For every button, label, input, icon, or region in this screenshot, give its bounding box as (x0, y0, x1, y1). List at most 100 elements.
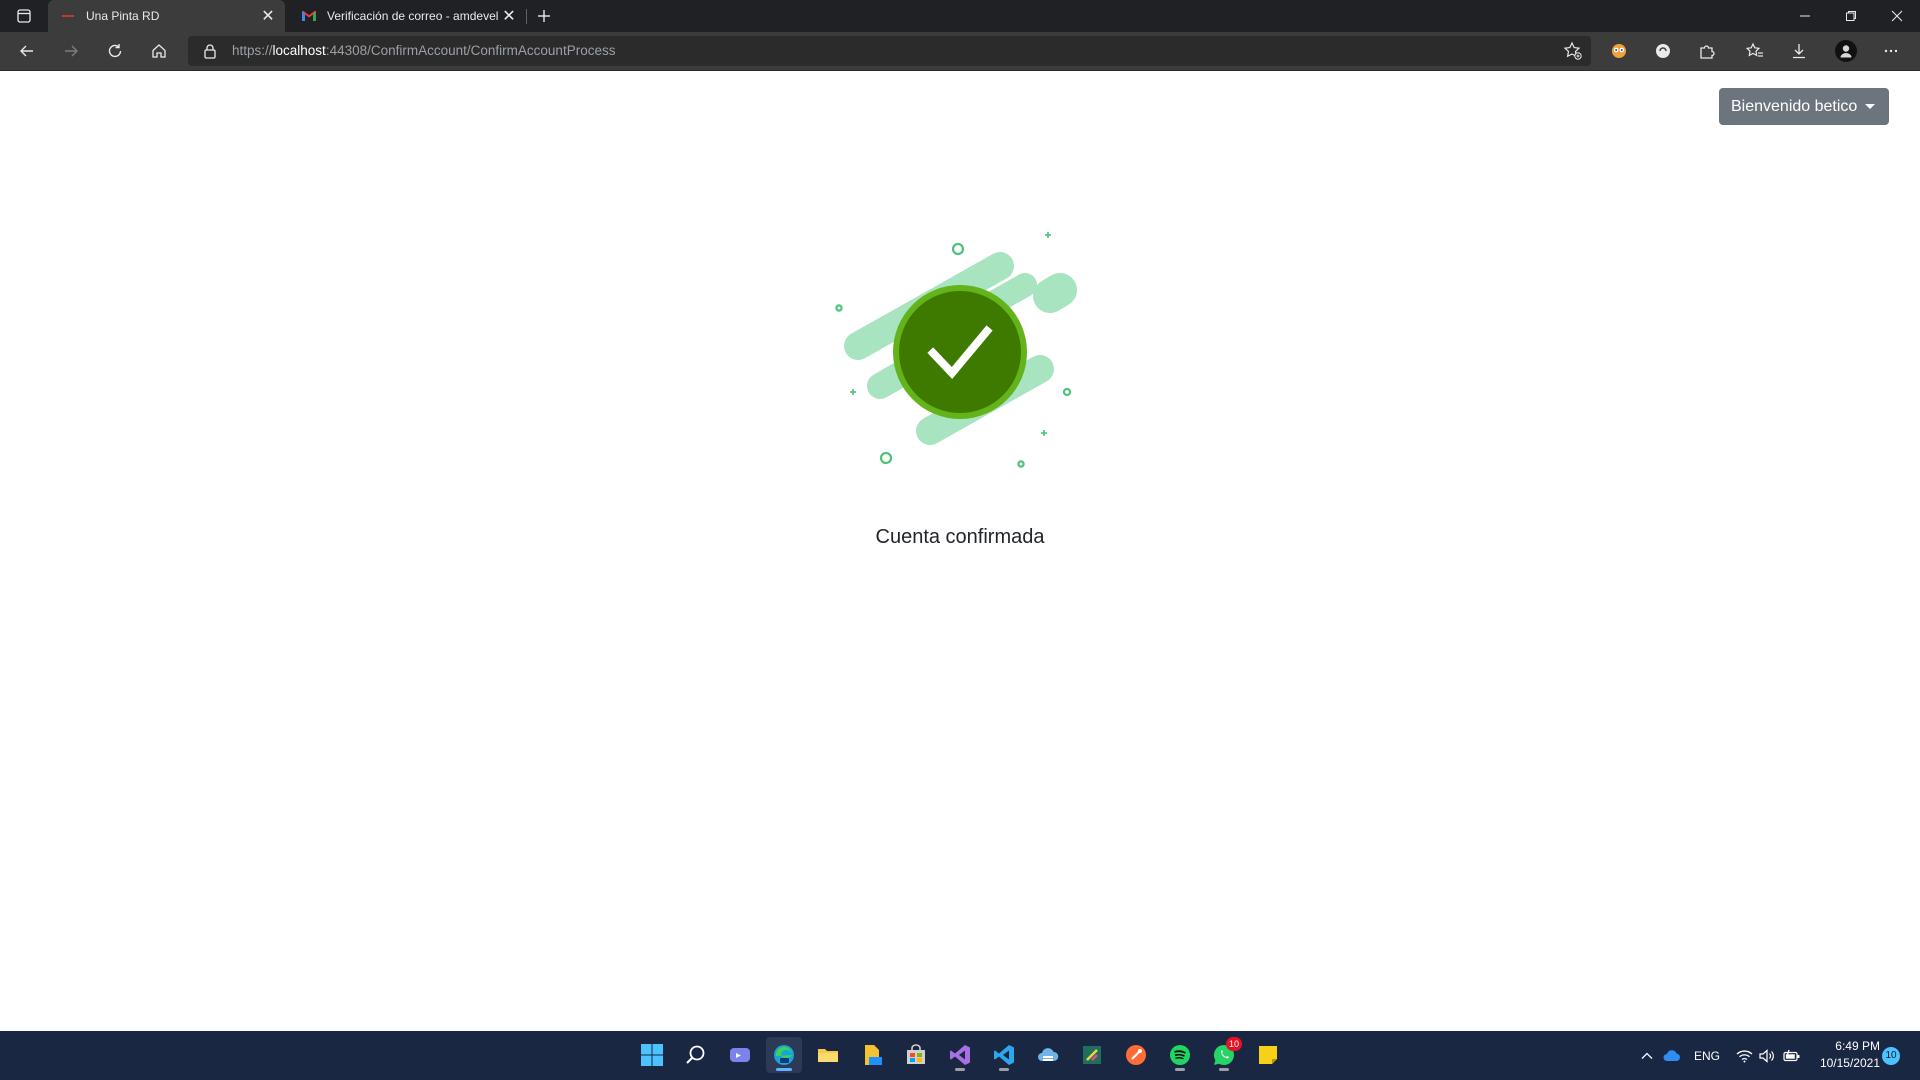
taskbar-cloud-app-button[interactable] (1030, 1037, 1066, 1073)
file-icon (865, 1045, 882, 1065)
settings-more-button[interactable] (1876, 36, 1906, 66)
page-content: Bienvenido betico Cuenta confirmada (0, 71, 1920, 1031)
notification-badge: 10 (1225, 1037, 1242, 1051)
tab-gmail-verification[interactable]: Verificación de correo - amdevel ✕ (289, 0, 526, 32)
onedrive-tray-button[interactable] (1663, 1031, 1681, 1080)
extensions-button[interactable] (1692, 36, 1722, 66)
favorites-star-icon (1746, 42, 1763, 57)
gmail-icon (302, 11, 316, 21)
postman-icon (1126, 1045, 1146, 1065)
reload-button[interactable] (100, 36, 130, 66)
una-pinta-favicon (62, 15, 74, 17)
confirmation-message: Cuenta confirmada (875, 526, 1045, 548)
taskbar-search-button[interactable] (678, 1037, 714, 1073)
running-indicator (955, 1068, 965, 1071)
clock-date: 10/15/2021 (1819, 1056, 1880, 1070)
running-indicator (999, 1068, 1009, 1071)
taskbar-edge-button[interactable] (766, 1037, 802, 1073)
restore-button[interactable] (1828, 0, 1874, 32)
store-icon (907, 1044, 925, 1064)
extension-white-button[interactable] (1648, 36, 1678, 66)
profile-button[interactable] (1831, 36, 1861, 66)
url-scheme: https:// (232, 43, 273, 58)
new-tab-button[interactable] (533, 5, 555, 27)
cloud-app-icon (1038, 1048, 1059, 1061)
tool-icon (1083, 1046, 1101, 1064)
minimize-button[interactable] (1782, 0, 1828, 32)
forward-arrow-icon (65, 45, 78, 57)
restore-icon (1846, 11, 1856, 21)
cloud-icon (1663, 1049, 1680, 1061)
notification-center-badge[interactable]: 10 (1882, 1047, 1900, 1065)
extension-circle-icon (1656, 44, 1670, 58)
active-indicator (776, 1068, 792, 1071)
battery-icon (1783, 1049, 1800, 1061)
chevron-up-icon (1641, 1052, 1653, 1059)
battery-button[interactable] (1783, 1031, 1801, 1080)
reload-icon (108, 44, 122, 58)
more-dots-icon (1884, 49, 1898, 53)
close-icon (1891, 10, 1903, 22)
running-indicator (1175, 1068, 1185, 1071)
edge-icon (774, 1045, 794, 1065)
taskbar-visual-studio-button[interactable] (942, 1037, 978, 1073)
sticky-notes-icon (1259, 1046, 1277, 1064)
home-button[interactable] (144, 36, 174, 66)
url-path: :44308/ConfirmAccount/ConfirmAccountProc… (325, 43, 616, 58)
puzzle-icon (1700, 45, 1715, 59)
favorites-button[interactable] (1740, 36, 1770, 66)
spotify-icon (1170, 1045, 1190, 1065)
start-button[interactable] (634, 1037, 670, 1073)
taskbar-tool-button[interactable] (1074, 1037, 1110, 1073)
lock-icon[interactable] (202, 43, 218, 59)
downloads-button[interactable] (1784, 36, 1814, 66)
taskbar-store-button[interactable] (898, 1037, 934, 1073)
network-button[interactable] (1736, 1031, 1753, 1080)
show-hidden-icons-button[interactable] (1640, 1031, 1654, 1080)
taskbar-vscode-button[interactable] (986, 1037, 1022, 1073)
folder-icon (818, 1049, 838, 1062)
close-tab-icon[interactable]: ✕ (500, 7, 518, 25)
clock-time: 6:49 PM (1835, 1039, 1880, 1053)
chat-icon (730, 1048, 750, 1062)
tab-actions-button[interactable] (10, 6, 38, 26)
address-bar[interactable]: https://localhost:44308/ConfirmAccount/C… (188, 36, 1591, 66)
plus-icon (538, 10, 550, 22)
visual-studio-icon (950, 1045, 970, 1065)
browser-toolbar: https://localhost:44308/ConfirmAccount/C… (0, 32, 1920, 71)
back-arrow-icon (20, 45, 33, 57)
user-menu-label: Bienvenido betico (1731, 97, 1858, 115)
close-tab-icon[interactable]: ✕ (259, 7, 277, 25)
url-text[interactable]: https://localhost:44308/ConfirmAccount/C… (232, 36, 615, 66)
taskbar-whatsapp-button[interactable]: 10 (1206, 1037, 1242, 1073)
clock[interactable]: 6:49 PM 10/15/2021 (1810, 1038, 1880, 1072)
add-favorite-icon[interactable] (1563, 41, 1583, 61)
speaker-icon (1759, 1048, 1774, 1063)
back-button[interactable] (12, 36, 42, 66)
tab-title: Verificación de correo - amdevel (327, 9, 499, 23)
taskbar-chat-button[interactable] (722, 1037, 758, 1073)
close-window-button[interactable] (1874, 0, 1920, 32)
caret-down-icon (1865, 104, 1875, 109)
language-indicator[interactable]: ENG (1694, 1031, 1720, 1080)
volume-button[interactable] (1759, 1031, 1776, 1080)
windows-start-icon (641, 1044, 663, 1066)
taskbar-files-button[interactable] (854, 1037, 890, 1073)
taskbar-explorer-button[interactable] (810, 1037, 846, 1073)
success-checkmark-illustration (835, 232, 1077, 468)
download-icon (1793, 44, 1805, 59)
windows-taskbar: 10 ENG 6:49 PM 10/15/2021 10 (0, 1031, 1920, 1080)
taskbar-postman-button[interactable] (1118, 1037, 1154, 1073)
extension-owl-button[interactable] (1604, 36, 1634, 66)
tab-strip: Una Pinta RD ✕ Verificación de correo - … (0, 0, 1920, 32)
forward-button[interactable] (56, 36, 86, 66)
tab-title: Una Pinta RD (86, 9, 160, 23)
search-icon (686, 1045, 705, 1064)
owl-extension-icon (1612, 44, 1626, 58)
user-menu-dropdown[interactable]: Bienvenido betico (1719, 88, 1889, 125)
taskbar-sticky-notes-button[interactable] (1250, 1037, 1286, 1073)
minimize-icon (1800, 15, 1810, 17)
taskbar-spotify-button[interactable] (1162, 1037, 1198, 1073)
url-host: localhost (272, 43, 326, 58)
tab-una-pinta[interactable]: Una Pinta RD ✕ (48, 0, 285, 32)
